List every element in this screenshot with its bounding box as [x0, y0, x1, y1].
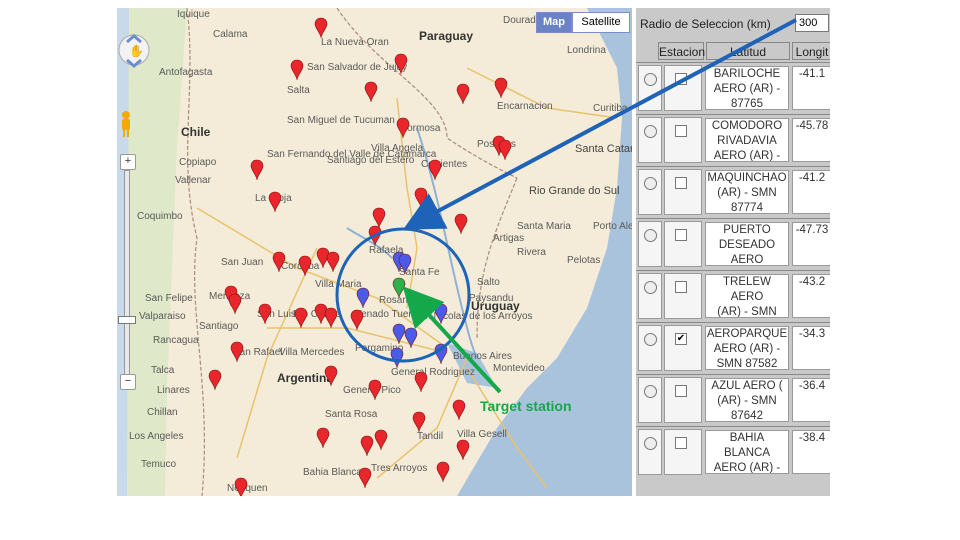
radius-pointer-arrow	[402, 18, 797, 230]
target-station-label: Target station	[480, 398, 572, 414]
selection-radius-circle	[335, 227, 471, 363]
target-station-arrow	[402, 286, 502, 394]
annotation-overlay	[335, 18, 797, 394]
